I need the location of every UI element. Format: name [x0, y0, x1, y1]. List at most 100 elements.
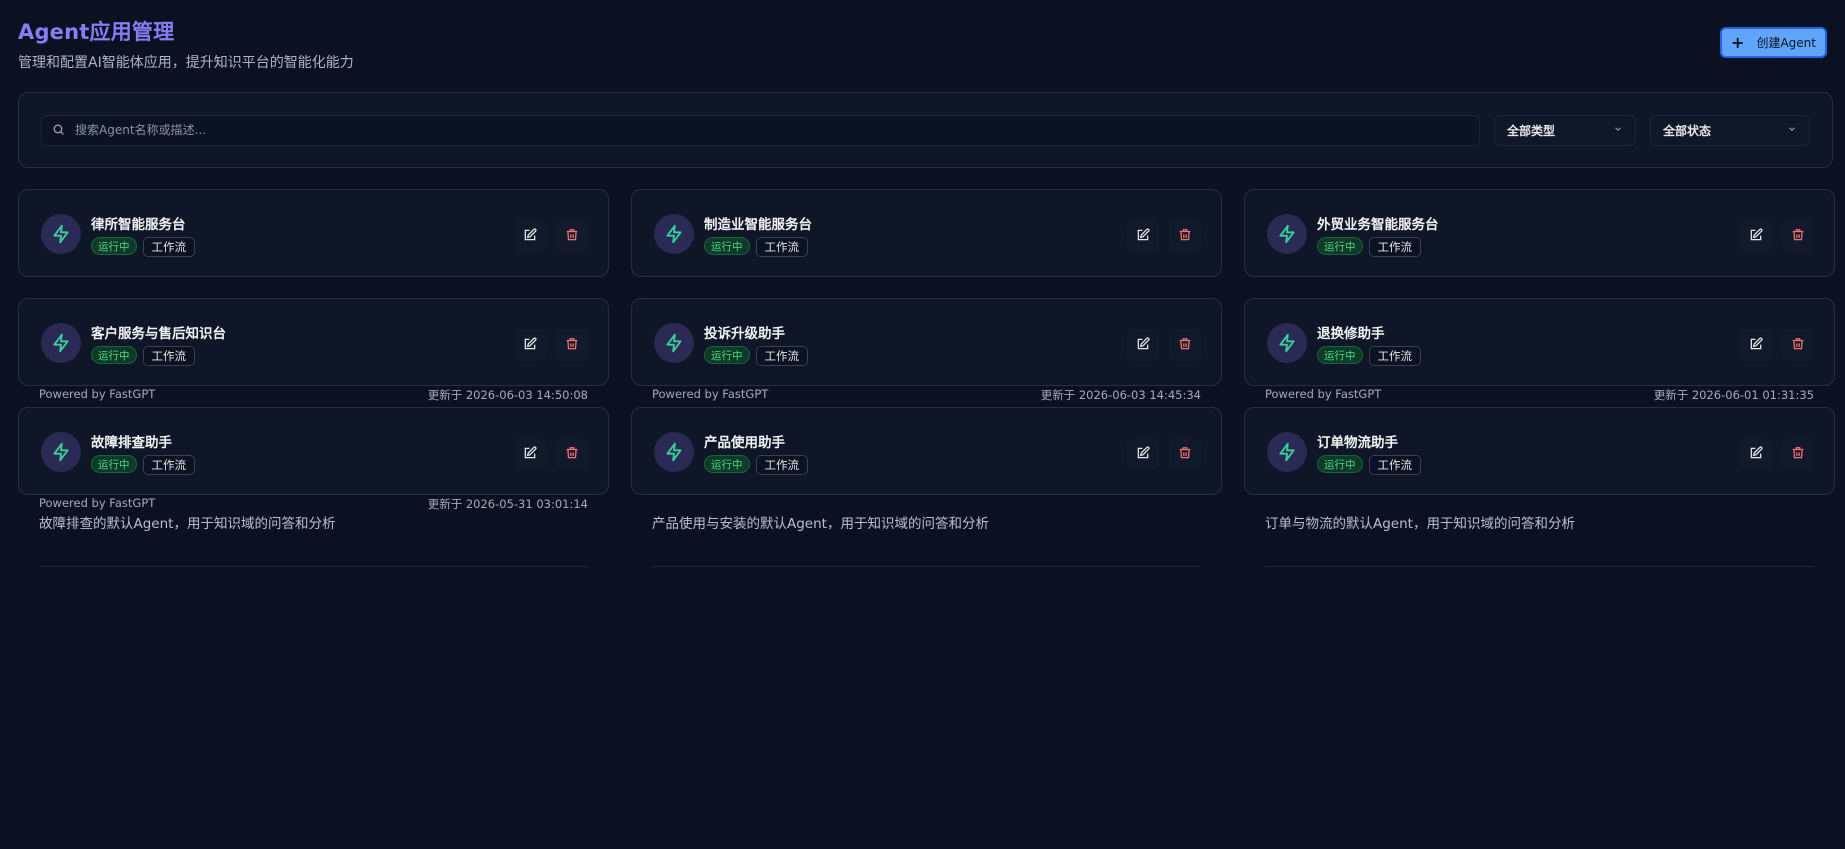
card-divider [39, 566, 588, 567]
powered-by: Powered by FastGPT [1265, 387, 1382, 401]
chevron-down-icon [1787, 123, 1797, 137]
delete-button[interactable] [1169, 438, 1201, 470]
status-filter-select[interactable]: 全部状态 [1650, 114, 1810, 146]
status-badge: 运行中 [1317, 346, 1363, 364]
lightning-bolt-icon [41, 432, 81, 472]
updated-time: 更新于 2026-06-03 14:50:08 [427, 388, 588, 402]
edit-icon [1136, 336, 1150, 355]
status-badge: 运行中 [1317, 455, 1363, 473]
search-box[interactable] [41, 114, 1480, 146]
plus-icon: + [1731, 32, 1745, 52]
edit-icon [523, 336, 537, 355]
status-badge: 运行中 [91, 455, 137, 473]
chevron-down-icon [1613, 123, 1623, 137]
agent-card[interactable]: 客户服务与售后知识台 运行中 工作流 面向客服中心、售后服务、在线工单和客户成功… [18, 298, 609, 511]
delete-button[interactable] [556, 329, 588, 361]
agent-card[interactable]: 产品使用助手 运行中 工作流 产品使用与安装的默认Agent，用于知识域的问答和… [631, 407, 1222, 567]
trash-icon [565, 445, 579, 464]
lightning-bolt-icon [41, 214, 81, 254]
edit-icon [1749, 336, 1763, 355]
edit-icon [1136, 227, 1150, 246]
agent-name: 外贸业务智能服务台 [1317, 217, 1439, 233]
lightning-bolt-icon [654, 432, 694, 472]
updated-time: 更新于 2026-06-03 14:45:34 [1040, 388, 1201, 402]
lightning-bolt-icon [1267, 323, 1307, 363]
type-badge: 工作流 [1368, 346, 1421, 366]
status-badge: 运行中 [704, 455, 750, 473]
agent-card[interactable]: 投诉升级助手 运行中 工作流 投诉升级与服务质检的默认Agent，用于知识域的问… [631, 298, 1222, 490]
edit-button[interactable] [1127, 220, 1159, 252]
type-filter-select[interactable]: 全部类型 [1494, 114, 1636, 146]
edit-button[interactable] [1740, 329, 1772, 361]
trash-icon [1178, 227, 1192, 246]
lightning-bolt-icon [1267, 214, 1307, 254]
delete-button[interactable] [556, 438, 588, 470]
type-filter-value: 全部类型 [1507, 123, 1556, 138]
agent-name: 律所智能服务台 [91, 217, 186, 233]
agent-description: 产品使用与安装的默认Agent，用于知识域的问答和分析 [652, 516, 989, 532]
edit-button[interactable] [514, 329, 546, 361]
card-divider [652, 566, 1201, 567]
create-agent-label: 创建Agent [1756, 36, 1816, 50]
agent-card[interactable]: 退换修助手 运行中 工作流 退换修与RMA的默认Agent，用于知识域的问答和分… [1244, 298, 1835, 490]
create-agent-button[interactable]: + 创建Agent [1720, 27, 1827, 58]
type-badge: 工作流 [755, 346, 808, 366]
agent-name: 退换修助手 [1317, 326, 1385, 342]
agent-description: 故障排查的默认Agent，用于知识域的问答和分析 [39, 516, 336, 532]
type-badge: 工作流 [142, 346, 195, 366]
agent-card[interactable]: 律所智能服务台 运行中 工作流 面向律师事务所的可落地知识包：覆盖客户接待、案件… [18, 189, 609, 402]
status-badge: 运行中 [704, 346, 750, 364]
status-filter-value: 全部状态 [1663, 123, 1712, 138]
search-icon [52, 121, 65, 140]
delete-button[interactable] [1782, 220, 1814, 252]
agent-name: 产品使用助手 [704, 435, 785, 451]
trash-icon [565, 336, 579, 355]
delete-button[interactable] [556, 220, 588, 252]
delete-button[interactable] [1782, 438, 1814, 470]
edit-icon [523, 445, 537, 464]
agent-card[interactable]: 制造业智能服务台 运行中 工作流 面向离散制造工厂的一线知识包：覆盖标准作业、设… [631, 189, 1222, 402]
edit-button[interactable] [1127, 438, 1159, 470]
edit-button[interactable] [514, 438, 546, 470]
page-title: Agent应用管理 [18, 20, 175, 44]
trash-icon [1791, 227, 1805, 246]
delete-button[interactable] [1169, 220, 1201, 252]
edit-button[interactable] [1127, 329, 1159, 361]
agent-name: 客户服务与售后知识台 [91, 326, 226, 342]
lightning-bolt-icon [654, 323, 694, 363]
agent-name: 制造业智能服务台 [704, 217, 812, 233]
agent-name: 订单物流助手 [1317, 435, 1398, 451]
page-header: Agent应用管理 管理和配置AI智能体应用，提升知识平台的智能化能力 + 创建… [18, 0, 1827, 92]
agent-description: 订单与物流的默认Agent，用于知识域的问答和分析 [1265, 516, 1575, 532]
trash-icon [1791, 336, 1805, 355]
edit-icon [1136, 445, 1150, 464]
edit-button[interactable] [1740, 438, 1772, 470]
trash-icon [1791, 445, 1805, 464]
delete-button[interactable] [1782, 329, 1814, 361]
type-badge: 工作流 [142, 237, 195, 257]
agent-card-grid: 律所智能服务台 运行中 工作流 面向律师事务所的可落地知识包：覆盖客户接待、案件… [18, 189, 1835, 567]
agent-card[interactable]: 故障排查助手 运行中 工作流 故障排查的默认Agent，用于知识域的问答和分析 [18, 407, 609, 567]
type-badge: 工作流 [1368, 237, 1421, 257]
status-badge: 运行中 [91, 346, 137, 364]
agent-card[interactable]: 外贸业务智能服务台 运行中 工作流 面向 B2B 出口企业的外贸知识包：覆盖产品… [1244, 189, 1835, 402]
type-badge: 工作流 [755, 237, 808, 257]
edit-button[interactable] [1740, 220, 1772, 252]
lightning-bolt-icon [1267, 432, 1307, 472]
trash-icon [565, 227, 579, 246]
edit-button[interactable] [514, 220, 546, 252]
search-input[interactable] [75, 123, 1469, 137]
agent-name: 投诉升级助手 [704, 326, 785, 342]
edit-icon [1749, 445, 1763, 464]
trash-icon [1178, 336, 1192, 355]
delete-button[interactable] [1169, 329, 1201, 361]
lightning-bolt-icon [41, 323, 81, 363]
edit-icon [1749, 227, 1763, 246]
agent-card[interactable]: 订单物流助手 运行中 工作流 订单与物流的默认Agent，用于知识域的问答和分析 [1244, 407, 1835, 567]
trash-icon [1178, 445, 1192, 464]
status-badge: 运行中 [91, 237, 137, 255]
agent-management-page: Agent应用管理 管理和配置AI智能体应用，提升知识平台的智能化能力 + 创建… [0, 0, 1845, 849]
page-subtitle: 管理和配置AI智能体应用，提升知识平台的智能化能力 [18, 55, 354, 71]
powered-by: Powered by FastGPT [39, 387, 156, 401]
type-badge: 工作流 [1368, 455, 1421, 475]
